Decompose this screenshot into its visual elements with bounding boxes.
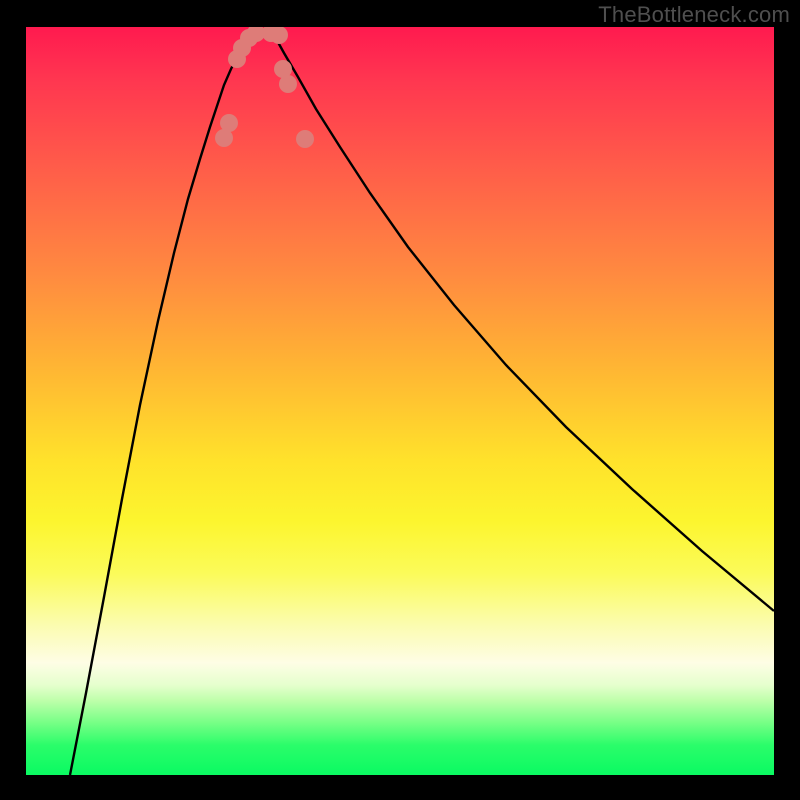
data-markers [215,27,314,148]
chart-svg [26,27,774,775]
curve-group [70,35,774,775]
curve-right-branch [274,35,774,611]
data-marker [279,75,297,93]
data-marker [296,130,314,148]
plot-area [26,27,774,775]
data-marker [220,114,238,132]
watermark-text: TheBottleneck.com [598,2,790,28]
